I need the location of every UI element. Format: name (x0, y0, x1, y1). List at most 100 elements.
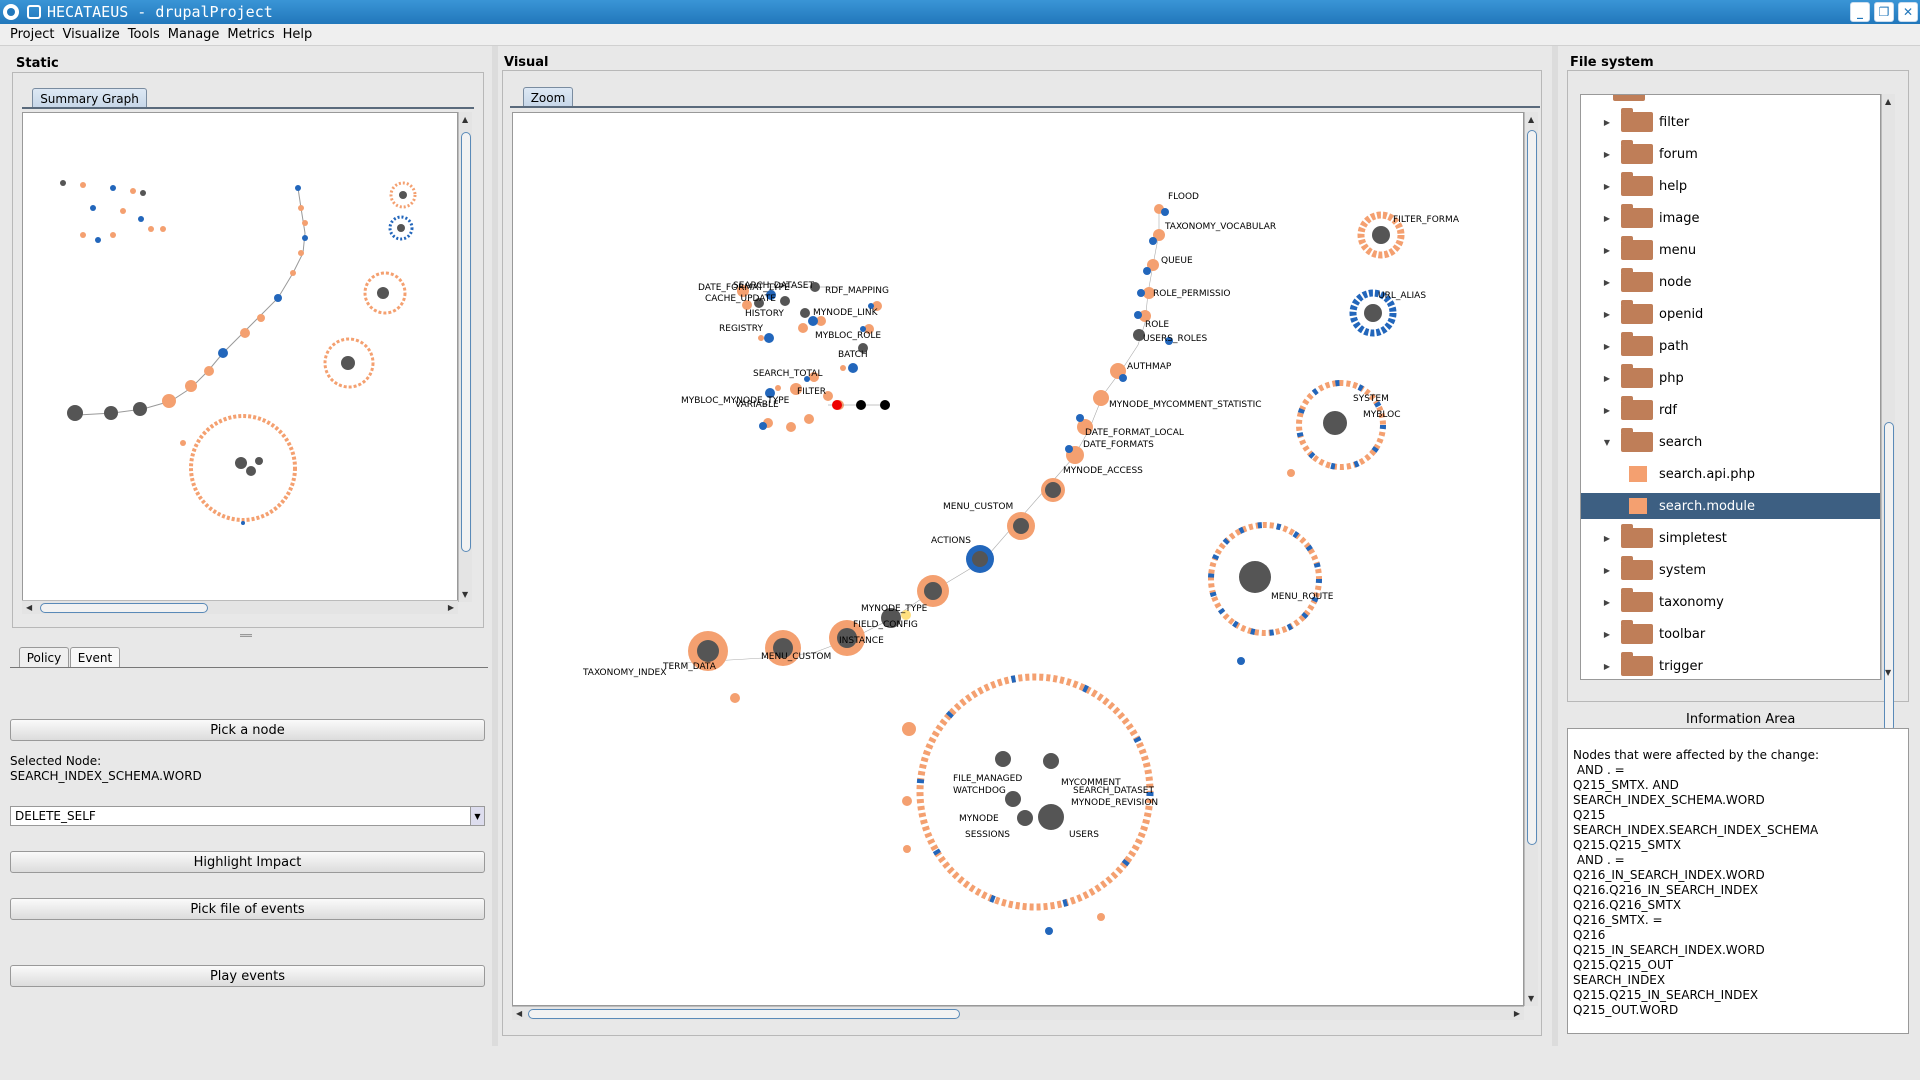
folder-icon (1621, 364, 1653, 388)
tab-policy[interactable]: Policy (19, 647, 69, 667)
expand-icon[interactable]: ▶ (1601, 662, 1613, 671)
highlight-impact-button[interactable]: Highlight Impact (10, 851, 485, 873)
tree-item-image[interactable]: ▶ image (1581, 204, 1880, 231)
chain-nodes: FLOOD TAXONOMY_VOCABULAR QUEUE ROLE_PERM… (582, 192, 1276, 703)
window-menu-icon[interactable] (27, 5, 41, 19)
summary-cluster-topleft (60, 180, 166, 243)
tab-event[interactable]: Event (70, 647, 120, 667)
cluster-topleft: DATE_FORMAT_TYPE SEARCH_DATASET CACHE_UP… (681, 281, 890, 432)
play-events-button[interactable]: Play events (10, 965, 485, 987)
folder-icon (1621, 588, 1653, 612)
close-icon[interactable]: ✕ (1898, 2, 1918, 22)
minimize-icon[interactable]: _ (1850, 2, 1870, 22)
expand-icon[interactable]: ▶ (1601, 406, 1613, 415)
expand-icon[interactable]: ▶ (1601, 566, 1613, 575)
tree-item-trigger[interactable]: ▶ trigger (1581, 652, 1880, 679)
menu-project[interactable]: Project (10, 27, 54, 42)
info-line: Q215.Q215_OUT (1573, 958, 1674, 972)
zoom-vscroll[interactable]: ▲ ▼ (1524, 112, 1538, 1006)
split-handle[interactable] (240, 634, 252, 637)
expand-icon[interactable]: ▶ (1601, 630, 1613, 639)
summary-hscroll[interactable]: ◀ ▶ (22, 600, 458, 614)
info-line: Q215 (1573, 808, 1606, 822)
right-splitter[interactable] (1552, 46, 1558, 1046)
tab-summary-graph[interactable]: Summary Graph (32, 88, 147, 108)
label-queue: QUEUE (1161, 256, 1193, 266)
summary-ring-mid-2 (323, 337, 375, 389)
expand-icon[interactable]: ▶ (1601, 118, 1613, 127)
tree-item-forum[interactable]: ▶ forum (1581, 140, 1880, 167)
summary-vscroll[interactable]: ▲ ▼ (458, 112, 472, 602)
tree-item-menu[interactable]: ▶ menu (1581, 236, 1880, 263)
label-menu-custom-2: MENU_CUSTOM (761, 652, 831, 662)
expand-icon[interactable]: ▶ (1601, 598, 1613, 607)
info-line: Q215_OUT.WORD (1573, 1003, 1679, 1017)
tree-item-node[interactable]: ▶ node (1581, 268, 1880, 295)
expand-icon[interactable]: ▶ (1601, 150, 1613, 159)
folder-icon (1621, 396, 1653, 420)
tree-item-openid[interactable]: ▶ openid (1581, 300, 1880, 327)
label-file-managed: FILE_MANAGED (953, 774, 1022, 784)
app-icon (3, 4, 19, 20)
zoom-hscroll[interactable]: ◀ ▶ (512, 1006, 1524, 1020)
selected-node-value: SEARCH_INDEX_SCHEMA.WORD (10, 769, 202, 783)
maximize-icon[interactable]: ❐ (1874, 2, 1894, 22)
collapse-icon[interactable]: ▼ (1601, 438, 1613, 447)
tree-item-rdf[interactable]: ▶ rdf (1581, 396, 1880, 423)
label-instance: INSTANCE (839, 636, 884, 646)
zoom-graph-canvas[interactable]: DATE_FORMAT_TYPE SEARCH_DATASET CACHE_UP… (512, 112, 1524, 1006)
expand-icon[interactable]: ▶ (1601, 214, 1613, 223)
file-tree[interactable]: ▶ filter ▶ forum ▶ help ▶ image ▶ menu ▶ node … (1580, 94, 1881, 680)
label-mybloc-role: MYBLOC_ROLE (815, 331, 881, 341)
chevron-down-icon[interactable]: ▼ (470, 807, 484, 825)
label-authmap: AUTHMAP (1127, 362, 1172, 372)
file-tree-vscroll[interactable]: ▲ ▼ (1881, 94, 1895, 732)
tree-item-toolbar[interactable]: ▶ toolbar (1581, 620, 1880, 647)
label-term-data: TERM_DATA (662, 662, 717, 672)
folder-icon (1621, 620, 1653, 644)
tree-item-filter[interactable]: ▶ filter (1581, 108, 1880, 135)
tab-underline (22, 107, 474, 109)
info-line: Q215.Q215_IN_SEARCH_INDEX (1573, 988, 1759, 1002)
expand-icon[interactable]: ▶ (1601, 342, 1613, 351)
label-menu-router: MENU_ROUTE (1271, 592, 1334, 602)
expand-icon[interactable]: ▶ (1601, 310, 1613, 319)
file-icon (1629, 466, 1647, 482)
tree-item-search-module[interactable]: search.module (1581, 493, 1880, 519)
label-search-dataset-2: SEARCH_DATASET (1073, 786, 1154, 796)
tree-item-help[interactable]: ▶ help (1581, 172, 1880, 199)
summary-graph-canvas[interactable] (22, 112, 458, 602)
label-menu-custom: MENU_CUSTOM (943, 502, 1013, 512)
left-splitter[interactable] (492, 46, 498, 1046)
tree-item-simpletest[interactable]: ▶ simpletest (1581, 524, 1880, 551)
expand-icon[interactable]: ▶ (1601, 182, 1613, 191)
tree-item-taxonomy[interactable]: ▶ taxonomy (1581, 588, 1880, 615)
tab-zoom[interactable]: Zoom (523, 87, 573, 107)
folder-icon (1621, 172, 1653, 196)
ring-system: SYSTEM MYBLOC (1287, 380, 1401, 477)
menu-visualize[interactable]: Visualize (62, 27, 119, 42)
tree-item-php[interactable]: ▶ php (1581, 364, 1880, 391)
label-url-alias: URL_ALIAS (1378, 291, 1426, 301)
menu-metrics[interactable]: Metrics (227, 27, 274, 42)
pick-file-of-events-button[interactable]: Pick file of events (10, 898, 485, 920)
ring-url-alias: URL_ALIAS (1349, 289, 1426, 337)
tree-item-search[interactable]: ▼ search (1581, 428, 1880, 455)
label-flood: FLOOD (1168, 192, 1199, 202)
expand-icon[interactable]: ▶ (1601, 534, 1613, 543)
tree-item-system[interactable]: ▶ system (1581, 556, 1880, 583)
pick-node-button[interactable]: Pick a node (10, 719, 485, 741)
menu-help[interactable]: Help (283, 27, 313, 42)
tree-item-search-api-php[interactable]: search.api.php (1581, 461, 1880, 487)
ring-menu-router: MENU_ROUTE (1208, 522, 1334, 665)
label-watchdog: WATCHDOG (953, 786, 1006, 796)
tree-item-path[interactable]: ▶ path (1581, 332, 1880, 359)
menu-tools[interactable]: Tools (128, 27, 160, 42)
event-type-select[interactable]: DELETE_SELF ▼ (10, 806, 485, 826)
menu-manage[interactable]: Manage (168, 27, 220, 42)
expand-icon[interactable]: ▶ (1601, 246, 1613, 255)
expand-icon[interactable]: ▶ (1601, 374, 1613, 383)
info-line: Q215.Q215_SMTX (1573, 838, 1682, 852)
expand-icon[interactable]: ▶ (1601, 278, 1613, 287)
event-tab-underline (10, 667, 488, 668)
